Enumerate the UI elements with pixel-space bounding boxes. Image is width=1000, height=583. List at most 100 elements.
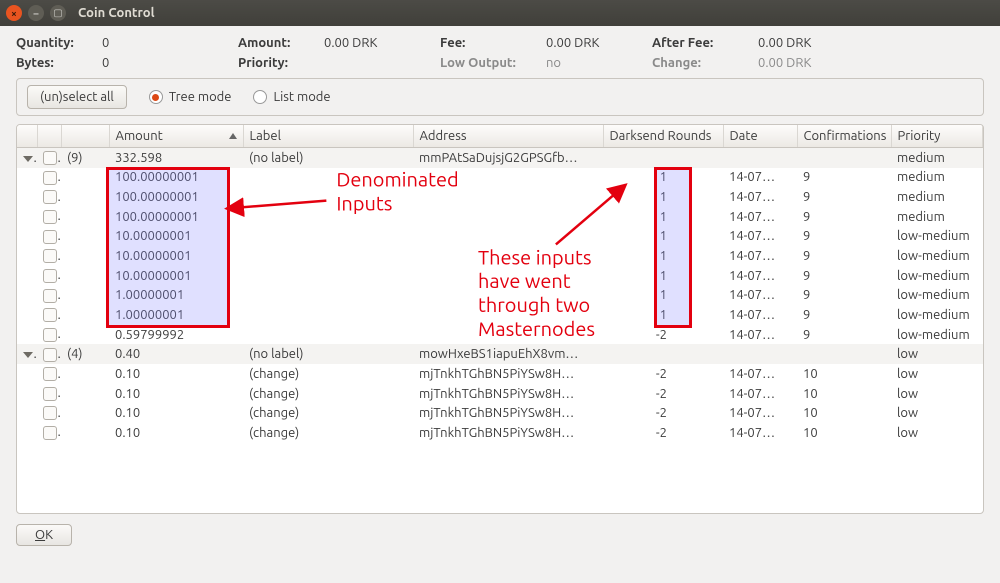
table-row[interactable]: 0.10(change)mjTnkhTGhBN5PiYSw8H…-214-07…… [17, 423, 983, 443]
table-row[interactable]: 100.00000001114-07…9medium [17, 187, 983, 207]
col-count[interactable] [61, 125, 109, 148]
row-amount: 10.00000001 [109, 266, 243, 286]
row-count [61, 246, 109, 266]
row-rounds: 1 [603, 168, 723, 188]
row-label [243, 187, 413, 207]
sort-asc-icon [229, 133, 237, 139]
row-confirmations: 9 [797, 187, 891, 207]
window-minimize-icon[interactable]: – [28, 5, 44, 21]
row-address [413, 285, 603, 305]
row-label [243, 305, 413, 325]
row-confirmations: 10 [797, 403, 891, 423]
window-close-icon[interactable]: × [6, 5, 22, 21]
window-titlebar: × – ▢ Coin Control [0, 0, 1000, 26]
table-row[interactable]: 10.00000001114-07…9low-medium [17, 227, 983, 247]
row-label: (change) [243, 364, 413, 384]
col-amount-label: Amount [116, 129, 163, 143]
row-checkbox[interactable] [43, 210, 57, 224]
row-amount: 100.00000001 [109, 187, 243, 207]
col-conf[interactable]: Confirmations [797, 125, 891, 148]
row-label [243, 285, 413, 305]
ok-accelerator: O [35, 528, 45, 542]
row-amount: 332.598 [109, 148, 243, 168]
fee-value: 0.00 DRK [546, 36, 646, 50]
row-amount: 0.10 [109, 403, 243, 423]
row-priority: low-medium [891, 227, 983, 247]
priority-value [324, 56, 434, 70]
row-confirmations: 9 [797, 305, 891, 325]
row-address: mjTnkhTGhBN5PiYSw8H… [413, 423, 603, 443]
expand-toggle-icon[interactable] [23, 352, 33, 358]
row-checkbox[interactable] [43, 230, 57, 244]
row-checkbox[interactable] [43, 367, 57, 381]
col-check[interactable] [37, 125, 61, 148]
table-row[interactable]: 0.10(change)mjTnkhTGhBN5PiYSw8H…-214-07…… [17, 403, 983, 423]
row-amount: 100.00000001 [109, 207, 243, 227]
table-row[interactable]: 0.10(change)mjTnkhTGhBN5PiYSw8H…-214-07…… [17, 364, 983, 384]
row-priority: low-medium [891, 325, 983, 345]
row-priority: medium [891, 148, 983, 168]
table-row[interactable]: 1.00000001114-07…9low-medium [17, 305, 983, 325]
row-checkbox[interactable] [43, 289, 57, 303]
col-amount[interactable]: Amount [109, 125, 243, 148]
window-maximize-icon[interactable]: ▢ [50, 5, 66, 21]
row-checkbox[interactable] [43, 387, 57, 401]
table-row[interactable]: 0.10(change)mjTnkhTGhBN5PiYSw8H…-214-07…… [17, 384, 983, 404]
row-checkbox[interactable] [43, 308, 57, 322]
row-amount: 1.00000001 [109, 305, 243, 325]
col-label[interactable]: Label [243, 125, 413, 148]
table-row[interactable]: 1.00000001114-07…9low-medium [17, 285, 983, 305]
row-checkbox[interactable] [43, 406, 57, 420]
row-checkbox[interactable] [43, 269, 57, 283]
row-address [413, 187, 603, 207]
row-checkbox[interactable] [43, 171, 57, 185]
row-amount: 10.00000001 [109, 227, 243, 247]
table-row[interactable]: 100.00000001114-07…9medium [17, 168, 983, 188]
row-label [243, 227, 413, 247]
table-row[interactable]: 10.00000001114-07…9low-medium [17, 266, 983, 286]
table-row[interactable]: 0.59799992-214-07…9low-medium [17, 325, 983, 345]
row-date: 14-07… [723, 305, 797, 325]
lowoutput-value: no [546, 56, 646, 70]
table-row[interactable]: 100.00000001114-07…9medium [17, 207, 983, 227]
row-count [61, 168, 109, 188]
row-checkbox[interactable] [43, 249, 57, 263]
row-date: 14-07… [723, 285, 797, 305]
dialog-footer: OK [16, 524, 984, 546]
table-row[interactable]: 10.00000001114-07…9low-medium [17, 246, 983, 266]
row-address [413, 168, 603, 188]
table-group-row[interactable]: (9)332.598(no label)mmPAtSaDujsjG2GPSGfb… [17, 148, 983, 168]
col-toggle[interactable] [17, 125, 37, 148]
row-checkbox[interactable] [43, 190, 57, 204]
priority-label: Priority: [238, 56, 318, 70]
col-rounds[interactable]: Darksend Rounds [603, 125, 723, 148]
row-count: (4) [61, 344, 109, 364]
select-all-button[interactable]: (un)select all [27, 85, 127, 109]
row-amount: 100.00000001 [109, 168, 243, 188]
row-date: 14-07… [723, 227, 797, 247]
row-rounds: 1 [603, 246, 723, 266]
row-address [413, 266, 603, 286]
table-group-row[interactable]: (4)0.40(no label)mowHxeBS1iapuEhX8vm…low [17, 344, 983, 364]
row-date: 14-07… [723, 423, 797, 443]
list-mode-radio[interactable]: List mode [253, 90, 330, 104]
expand-toggle-icon[interactable] [23, 156, 33, 162]
row-label [243, 168, 413, 188]
row-date: 14-07… [723, 246, 797, 266]
row-count [61, 364, 109, 384]
row-date [723, 344, 797, 364]
col-date[interactable]: Date [723, 125, 797, 148]
row-priority: low [891, 384, 983, 404]
row-checkbox[interactable] [43, 426, 57, 440]
row-checkbox[interactable] [43, 348, 57, 362]
row-checkbox[interactable] [43, 151, 57, 165]
row-label: (change) [243, 384, 413, 404]
row-date: 14-07… [723, 364, 797, 384]
tree-mode-radio[interactable]: Tree mode [149, 90, 232, 104]
row-amount: 0.10 [109, 423, 243, 443]
col-address[interactable]: Address [413, 125, 603, 148]
row-checkbox[interactable] [43, 328, 57, 342]
col-prio[interactable]: Priority [891, 125, 983, 148]
row-label: (no label) [243, 344, 413, 364]
ok-button[interactable]: OK [16, 524, 72, 546]
